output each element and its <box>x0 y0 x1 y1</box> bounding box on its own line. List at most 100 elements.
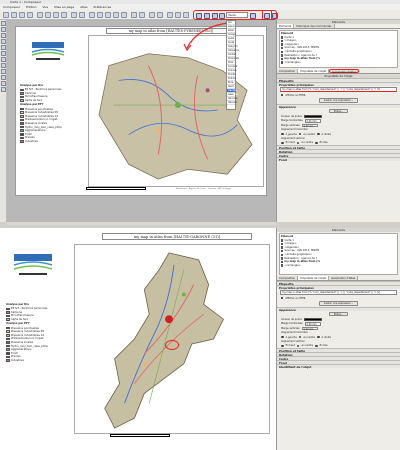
items-tree[interactable]: Élément Carte 1 <image> <légende> Source… <box>279 30 398 68</box>
zoom-100-icon[interactable] <box>97 12 103 18</box>
visibility-checkbox[interactable] <box>281 249 284 253</box>
export-pdf-icon[interactable] <box>61 12 67 18</box>
map-haute-garonne[interactable] <box>74 244 270 434</box>
group-icon[interactable] <box>149 12 155 18</box>
map-legend-2[interactable]: Analyse par R/a EP SIT - Renforcé person… <box>6 302 68 422</box>
legend-item: Carte de Sud <box>20 99 82 103</box>
visibility-checkbox[interactable] <box>281 246 284 249</box>
map-legend[interactable]: Analyse par R/a EP SIT - Renforcé person… <box>20 83 82 191</box>
legend-heading-b: Analyse par EF7 <box>6 322 30 326</box>
add-table-icon[interactable] <box>1 81 6 86</box>
scale-bar[interactable] <box>86 187 146 190</box>
tab-atlas-generation[interactable]: Génération d'atlas <box>329 276 359 280</box>
halign-center-radio[interactable] <box>298 335 302 339</box>
font-color-button[interactable] <box>303 317 322 322</box>
section-main-properties[interactable]: Propriétés principales <box>277 82 400 87</box>
valign-bottom-radio[interactable] <box>314 344 318 348</box>
hmargin-input[interactable]: 0,00 mm <box>304 119 321 123</box>
export-svg-icon[interactable] <box>53 12 59 18</box>
legend-item: Carte de Sud <box>6 318 68 322</box>
insert-expression-button[interactable]: Insérer une expression... <box>318 301 359 306</box>
section-item-id[interactable]: Identifiant de l'objet <box>277 364 400 369</box>
tab-history[interactable]: Historique des commandes <box>294 24 335 28</box>
new-composer-icon[interactable] <box>11 12 17 18</box>
print-icon[interactable] <box>37 12 43 18</box>
font-button[interactable]: Police... <box>328 311 349 317</box>
tree-item[interactable]: <rectangle> <box>281 61 396 65</box>
lock-icon[interactable] <box>131 12 137 18</box>
add-image-icon[interactable] <box>1 45 6 50</box>
atlas-dropdown-list[interactable]: Ain Aisne Allier Ariège Aube Aude Aveyro… <box>226 20 239 110</box>
valign-middle-radio[interactable] <box>296 141 300 145</box>
insert-expression-button[interactable]: Insérer une expression... <box>318 98 359 103</box>
add-scalebar-icon[interactable] <box>1 63 6 68</box>
tree-item[interactable]: <rectangle> <box>281 264 396 268</box>
duplicate-icon[interactable] <box>19 12 25 18</box>
dropdown-option[interactable]: Hérault <box>227 101 237 105</box>
halign-center-radio[interactable] <box>298 132 302 136</box>
items-tree-2[interactable]: Élément Carte 1 <image> <légende> Source… <box>279 233 398 275</box>
select-icon[interactable] <box>1 27 6 32</box>
add-label-icon[interactable] <box>1 51 6 56</box>
valign-top-radio[interactable] <box>281 141 284 145</box>
vmargin-input[interactable]: 0,00 mm <box>301 326 318 330</box>
add-arrow-icon[interactable] <box>1 75 6 80</box>
valign-bottom-radio[interactable] <box>314 141 318 145</box>
composer-manager-icon[interactable] <box>27 12 33 18</box>
halign-left-radio[interactable] <box>281 132 284 136</box>
visibility-checkbox[interactable] <box>281 46 284 50</box>
visibility-checkbox[interactable] <box>281 39 284 43</box>
section-background[interactable]: Fond <box>277 157 400 162</box>
export-image-icon[interactable] <box>45 12 51 18</box>
visibility-checkbox[interactable] <box>281 50 284 53</box>
label-expression-field[interactable]: my map in atlas from [% "nom_departement… <box>280 87 397 92</box>
font-color-button[interactable] <box>303 114 322 119</box>
tab-composition[interactable]: Composition <box>277 276 299 280</box>
add-legend-icon[interactable] <box>1 57 6 62</box>
refresh-icon[interactable] <box>121 12 127 18</box>
visibility-checkbox[interactable] <box>281 253 284 256</box>
save-icon[interactable] <box>3 12 9 18</box>
halign-right-radio[interactable] <box>316 132 320 136</box>
zoom-in-icon[interactable] <box>105 12 111 18</box>
visibility-checkbox[interactable] <box>281 61 284 64</box>
visibility-checkbox[interactable] <box>281 54 284 57</box>
valign-middle-radio[interactable] <box>296 344 300 348</box>
visibility-checkbox[interactable] <box>281 242 284 246</box>
halign-left-radio[interactable] <box>281 335 284 339</box>
visibility-checkbox[interactable] <box>281 260 284 264</box>
map-title-label-2[interactable]: my map in atlas from [HAUTE-GARONNE (31)… <box>102 233 252 240</box>
font-button[interactable]: Police... <box>328 108 349 114</box>
tab-item-properties[interactable]: Propriétés de l'objet <box>298 276 330 280</box>
section-main-properties[interactable]: Propriétés principales <box>277 285 400 290</box>
tab-atlas-generation[interactable]: Génération d'atlas <box>329 69 360 74</box>
move-content-icon[interactable] <box>1 33 6 38</box>
visibility-checkbox[interactable] <box>281 57 284 61</box>
visibility-checkbox[interactable] <box>281 36 284 39</box>
tab-item-properties[interactable]: Propriétés de l'objet <box>298 69 330 73</box>
tab-elements[interactable]: Eléments <box>277 24 295 28</box>
label-expression-field[interactable]: my map in atlas from [% "nom_departement… <box>280 290 397 295</box>
composer-canvas-bottom[interactable]: my map in atlas from [HAUTE-GARONNE (31)… <box>0 228 276 450</box>
visibility-checkbox[interactable] <box>281 43 284 46</box>
zoom-full-icon[interactable] <box>89 12 95 18</box>
undo-icon[interactable] <box>71 12 77 18</box>
items-panel-top: Eléments Eléments Historique des command… <box>276 20 400 222</box>
visibility-checkbox[interactable] <box>281 257 284 260</box>
redo-icon[interactable] <box>79 12 85 18</box>
visibility-checkbox[interactable] <box>281 264 284 267</box>
vmargin-input[interactable]: 0,00 mm <box>301 123 318 127</box>
add-map-icon[interactable] <box>1 39 6 44</box>
scale-bar-2[interactable] <box>110 434 170 437</box>
pan-icon[interactable] <box>1 21 6 26</box>
halign-right-radio[interactable] <box>316 335 320 339</box>
add-shape-icon[interactable] <box>1 69 6 74</box>
valign-top-radio[interactable] <box>281 344 284 348</box>
zoom-out-icon[interactable] <box>113 12 119 18</box>
add-html-icon[interactable] <box>1 87 6 92</box>
hmargin-input[interactable]: 0,00 mm <box>304 322 321 326</box>
tab-composition[interactable]: Composition <box>277 69 299 73</box>
unlock-icon[interactable] <box>139 12 145 18</box>
visibility-checkbox[interactable] <box>281 239 284 242</box>
layout-page-2: my map in atlas from [HAUTE-GARONNE (31)… <box>2 230 274 448</box>
